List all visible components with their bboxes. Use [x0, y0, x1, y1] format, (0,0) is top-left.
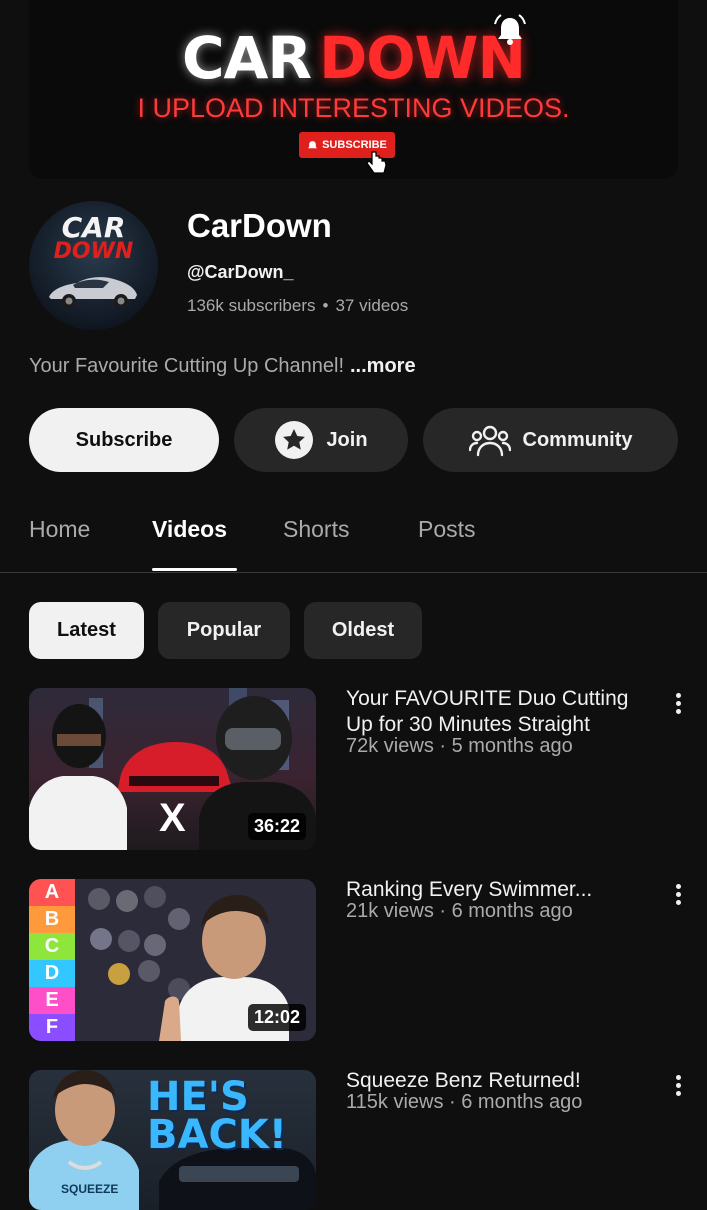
- tab-shorts[interactable]: Shorts: [283, 516, 349, 543]
- more-link[interactable]: ...more: [350, 355, 416, 377]
- join-button[interactable]: Join: [234, 408, 408, 472]
- community-button[interactable]: Community: [423, 408, 678, 472]
- video-title[interactable]: Your FAVOURITE Duo Cutting Up for 30 Min…: [346, 686, 656, 738]
- channel-avatar[interactable]: CAR DOWN: [29, 201, 158, 330]
- thumbnail-x-mark: X: [159, 796, 186, 840]
- video-count: 37 videos: [335, 296, 409, 315]
- video-meta: 72k views · 5 months ago: [346, 735, 573, 757]
- video-thumbnail[interactable]: X 36:22: [29, 688, 316, 850]
- video-duration: 12:02: [247, 1004, 306, 1031]
- overlay-line-1: HE'S: [147, 1074, 249, 1120]
- channel-handle: @CarDown_: [187, 262, 294, 282]
- bell-icon: [308, 140, 317, 148]
- channel-name: CarDown: [187, 207, 332, 244]
- avatar-text-down: DOWN: [53, 239, 134, 264]
- video-meta: 21k views · 6 months ago: [346, 900, 573, 922]
- tab-posts[interactable]: Posts: [418, 516, 476, 543]
- banner-title-car: CAR: [181, 24, 312, 92]
- car-icon: [49, 277, 137, 308]
- filter-popular[interactable]: Popular: [158, 602, 290, 659]
- channel-stats: 136k subscribers • 37 videos: [187, 296, 408, 316]
- bell-icon: [494, 14, 526, 45]
- banner-title: CAR DOWN: [29, 24, 678, 92]
- tab-home[interactable]: Home: [29, 516, 90, 543]
- subscribe-button[interactable]: Subscribe: [29, 408, 219, 472]
- banner-tagline: I UPLOAD INTERESTING VIDEOS.: [137, 93, 570, 123]
- channel-description[interactable]: Your Favourite Cutting Up Channel! ...mor…: [29, 355, 416, 378]
- more-options-icon[interactable]: [670, 1072, 686, 1102]
- community-label: Community: [522, 428, 633, 451]
- more-options-icon[interactable]: [670, 881, 686, 911]
- video-meta: 115k views · 6 months ago: [346, 1091, 583, 1113]
- video-thumbnail[interactable]: HE'S BACK! SQUEEZE: [29, 1070, 316, 1210]
- more-options-icon[interactable]: [670, 690, 686, 720]
- filter-latest[interactable]: Latest: [29, 602, 144, 659]
- tab-videos[interactable]: Videos: [152, 516, 227, 543]
- subscriber-count: 136k subscribers: [187, 296, 316, 315]
- shirt-text: SQUEEZE: [61, 1182, 119, 1196]
- join-label: Join: [326, 428, 368, 451]
- description-text: Your Favourite Cutting Up Channel!: [29, 355, 344, 377]
- star-icon: [275, 421, 314, 459]
- hand-cursor-icon: [366, 151, 387, 174]
- channel-banner: CAR DOWN I UPLOAD INTERESTING VIDEOS. SUB…: [29, 0, 678, 179]
- active-tab-indicator: [152, 568, 237, 571]
- video-duration: 36:22: [247, 813, 306, 840]
- separator-dot: •: [322, 296, 329, 315]
- overlay-line-2: BACK!: [147, 1112, 288, 1158]
- filter-oldest[interactable]: Oldest: [304, 602, 422, 659]
- channel-tabs: Home Videos Shorts Posts: [0, 510, 707, 573]
- thumbnail-overlay-title: HE'S BACK!: [147, 1074, 288, 1158]
- video-thumbnail[interactable]: A B C D E F 12:02: [29, 879, 316, 1041]
- community-icon: [468, 425, 511, 457]
